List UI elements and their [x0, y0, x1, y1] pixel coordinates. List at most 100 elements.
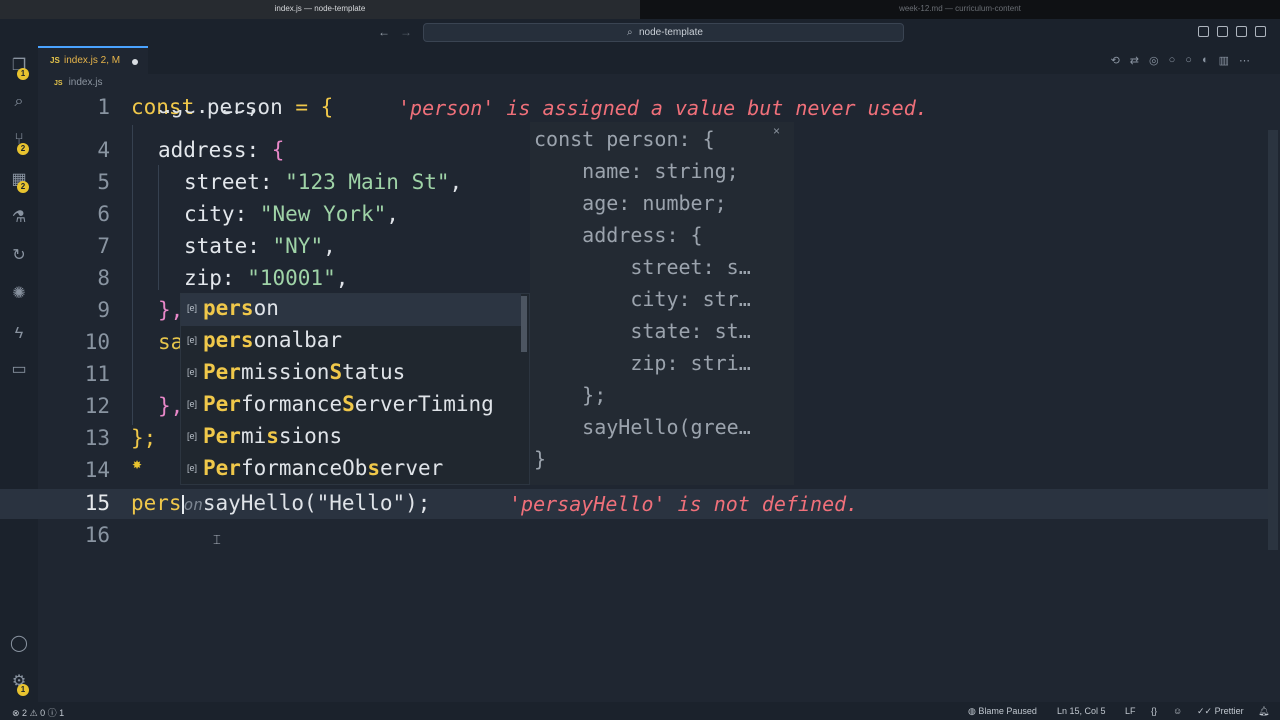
suggestion-text: mission [240, 360, 330, 384]
variable-icon: [e] [187, 399, 198, 409]
match-highlight: S [342, 392, 355, 416]
suggestion-item[interactable]: [e] personalbar [181, 326, 521, 358]
prettier-status[interactable]: ✓✓ Prettier [1197, 706, 1244, 717]
toggle-blame-icon[interactable]: ◐ [1202, 54, 1209, 67]
match-highlight: Per [203, 424, 241, 448]
property-key: zip: [184, 266, 248, 290]
suggestion-text: erver [380, 456, 444, 480]
info-count: 1 [59, 708, 65, 718]
details-line: } [534, 447, 547, 471]
editor-scrollbar[interactable] [1268, 130, 1278, 550]
code-line-15: pers onsayHello("Hello"); [131, 491, 430, 515]
tab-index-js[interactable]: JS index.js 2, M [38, 46, 148, 74]
customize-layout-icon[interactable] [1255, 26, 1266, 37]
details-line: name: string; [534, 159, 739, 183]
variable-icon: [e] [187, 367, 198, 377]
suggestion-item[interactable]: [e] PermissionStatus [181, 358, 521, 390]
toggle-panel-icon[interactable] [1217, 26, 1228, 37]
details-line: const person: { [534, 127, 715, 151]
mouse-ibeam-cursor-icon: ⌶ [213, 532, 221, 547]
previous-change-icon[interactable]: ○ [1169, 54, 1176, 67]
more-actions-icon[interactable]: ⋯ [1239, 54, 1250, 67]
javascript-file-icon: JS [50, 56, 60, 65]
details-line: age: number; [534, 191, 727, 215]
testing-icon[interactable]: ⚗ [9, 208, 29, 228]
extensions-badge: 2 [17, 181, 29, 193]
property-key: address: [158, 138, 272, 162]
end-of-line[interactable]: LF [1125, 706, 1136, 716]
operator: = [295, 95, 321, 119]
back-arrow-icon[interactable]: ← [378, 25, 390, 39]
match-highlight: Per [203, 360, 241, 384]
search-icon: ⌕ [627, 27, 633, 38]
string-literal: "10001" [247, 266, 336, 290]
compare-changes-icon[interactable]: ⇄ [1130, 54, 1139, 67]
property-key: state: [184, 234, 273, 258]
suggestion-item[interactable]: [e] PerformanceServerTiming [181, 390, 521, 422]
line-number: 14 [84, 458, 110, 482]
open-changes-icon[interactable]: ◎ [1149, 54, 1159, 67]
toggle-primary-sidebar-icon[interactable] [1198, 26, 1209, 37]
remote-explorer-icon[interactable]: ↻ [9, 246, 29, 266]
command-center[interactable]: ⌕ node-template [423, 23, 904, 42]
string-literal: "NY" [272, 234, 324, 258]
code-text: sayHello("Hello"); [202, 491, 431, 515]
suggestion-item[interactable]: [e] person [181, 294, 521, 326]
notifications-bell-icon[interactable]: 🔔︎ [1258, 706, 1269, 717]
blame-status[interactable]: ◍ Blame Paused [968, 706, 1037, 717]
details-line: address: { [534, 223, 703, 247]
breadcrumb-file[interactable]: index.js [69, 77, 103, 88]
string-literal: "New York" [259, 202, 387, 226]
inline-error-message: 'person' is assigned a value but never u… [398, 96, 928, 120]
suggestion-text: onalbar [253, 328, 343, 352]
explorer-badge: 1 [17, 68, 29, 80]
window-tab-active[interactable]: index.js — node-template [0, 0, 640, 19]
toggle-secondary-sidebar-icon[interactable] [1236, 26, 1247, 37]
window-tab-title: week-12.md — curriculum-content [899, 4, 1021, 13]
unsaved-dot-icon[interactable] [132, 59, 138, 65]
details-line: sayHello(gree… [534, 415, 751, 439]
next-change-icon[interactable]: ○ [1185, 54, 1192, 67]
settings-badge: 1 [17, 684, 29, 696]
activity-bar: ❐ 1 ⌕ ⑂ 2 ▦ 2 ⚗ ↻ ✺ ϟ ▭ ◯ ⚙ 1 [0, 46, 38, 702]
brace: { [320, 95, 334, 119]
line-number: 12 [84, 394, 110, 418]
window-tab-inactive[interactable]: week-12.md — curriculum-content [640, 0, 1280, 19]
copilot-icon[interactable]: ☺ [1173, 706, 1182, 716]
comments-icon[interactable]: ▭ [9, 360, 29, 380]
variable-icon: [e] [187, 463, 198, 473]
string-literal: "123 Main St" [285, 170, 450, 194]
code-line-13: }; [131, 426, 157, 450]
split-editor-icon[interactable]: ▥ [1219, 54, 1229, 67]
suggestion-item[interactable]: [e] PerformanceObserver [181, 454, 521, 486]
account-icon[interactable]: ◯ [9, 634, 29, 654]
search-icon[interactable]: ⌕ [9, 92, 29, 112]
timeline-icon[interactable]: ⟲ [1111, 54, 1120, 67]
source-control-badge: 2 [17, 143, 29, 155]
language-braces-icon[interactable]: {} [1151, 706, 1157, 716]
close-icon[interactable]: × [773, 124, 780, 138]
cursor-position[interactable]: Ln 15, Col 5 [1057, 706, 1106, 716]
debug-icon[interactable]: ✺ [9, 284, 29, 304]
match-highlight: S [329, 360, 343, 384]
suggestion-item[interactable]: [e] Permissions [181, 422, 521, 454]
forward-arrow-icon[interactable]: → [400, 25, 412, 39]
details-line: city: str… [534, 287, 751, 311]
run-icon[interactable]: ϟ [9, 324, 29, 344]
editor-actions: ⟲ ⇄ ◎ ○ ○ ◐ ▥ ⋯ [1111, 54, 1250, 67]
layout-controls [1198, 26, 1266, 37]
indent-guide [158, 165, 159, 290]
suggestion-scrollbar[interactable] [521, 296, 527, 352]
suggestion-text: formance [240, 392, 343, 416]
punctuation: , [449, 170, 463, 194]
lightbulb-icon[interactable]: ✸ [132, 458, 142, 472]
problems-indicator[interactable]: ⊗ 2 ⚠ 0 ⓘ 1 [12, 706, 64, 719]
suggestion-widget: [e] person [e] personalbar [e] Permissio… [180, 293, 530, 485]
line-number: 7 [97, 234, 110, 258]
details-line: state: st… [534, 319, 751, 343]
window-tab-strip: index.js — node-template week-12.md — cu… [0, 0, 1280, 19]
match-highlight: Per [203, 456, 241, 480]
match-highlight: pers [203, 328, 254, 352]
variable-icon: [e] [187, 303, 198, 313]
code-line-8: zip: "10001", [184, 266, 348, 290]
